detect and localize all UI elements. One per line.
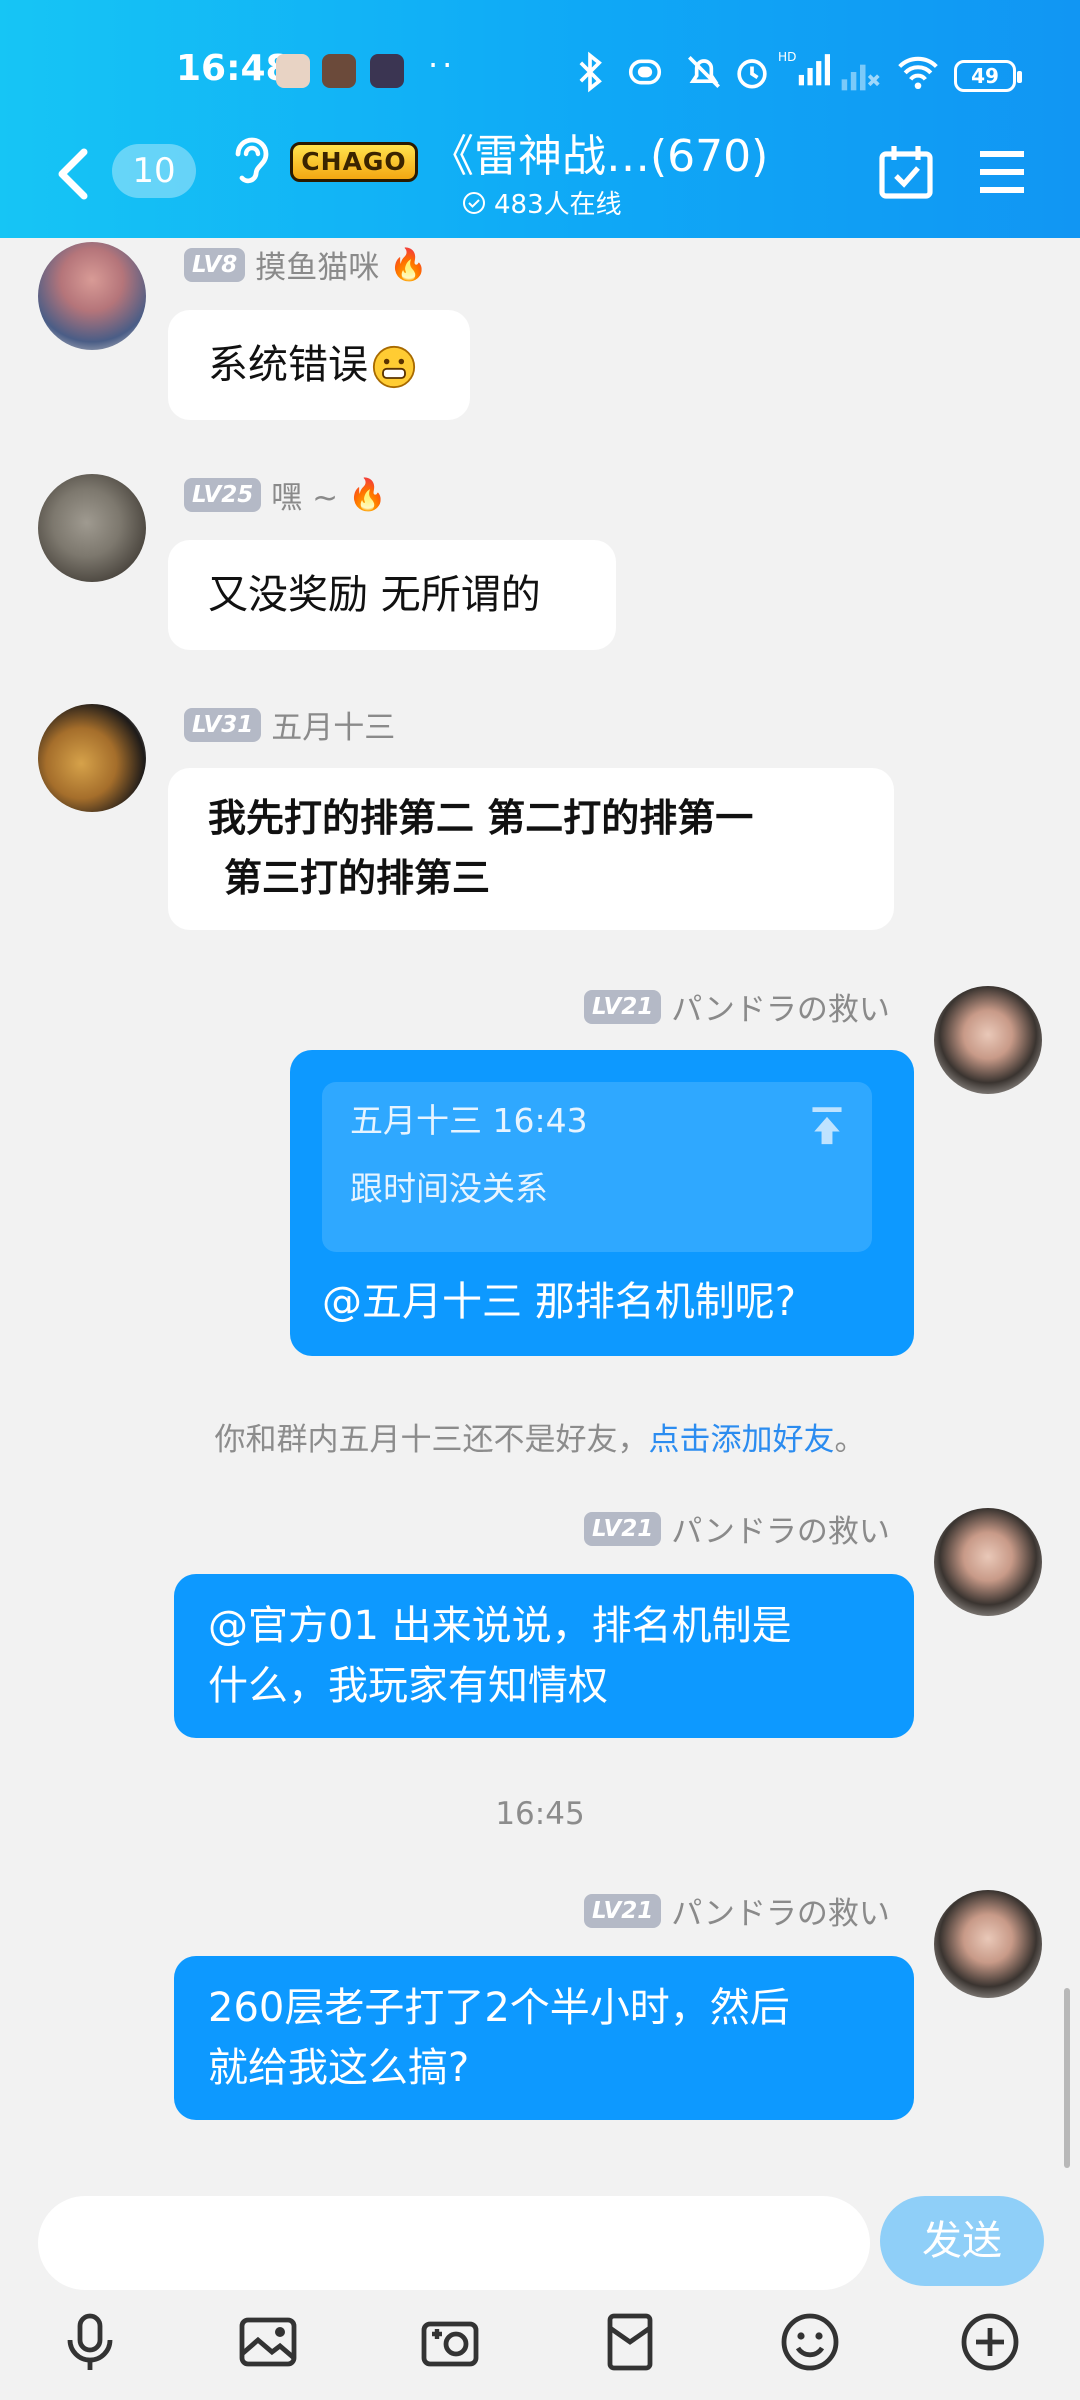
quote-header: 五月十三 16:43 (350, 1101, 588, 1140)
image-icon[interactable] (236, 2310, 300, 2374)
plus-icon[interactable] (958, 2310, 1022, 2374)
message-text: 什么，我玩家有知情权 (208, 1663, 608, 1709)
sender-meta: LV31 五月十三 (184, 702, 395, 747)
emoji-icon[interactable] (778, 2310, 842, 2374)
message-bubble[interactable]: 我先打的排第二 第二打的排第一 第三打的排第三 (168, 768, 894, 930)
notice-end: 。 (834, 1422, 866, 1458)
sender-meta: LV21 パンドラの救い (584, 1888, 890, 1933)
status-bar: 16:48 ·· HD 49 (0, 40, 1080, 104)
calendar-check-icon[interactable] (876, 142, 936, 202)
signal-icon (841, 64, 880, 91)
level-badge: LV21 (584, 1893, 662, 1928)
send-button[interactable]: 发送 (880, 2196, 1044, 2286)
ear-icon[interactable] (228, 132, 272, 188)
notification-app-icon (322, 54, 356, 88)
scrollbar[interactable] (1064, 1988, 1070, 2168)
message-text: 系统错误 (208, 342, 368, 388)
message-bubble[interactable]: 系统错误 (168, 310, 470, 420)
sender-name[interactable]: 五月十三 (271, 702, 395, 747)
alarm-icon (737, 59, 767, 89)
group-title[interactable]: 《雷神战…(670) (430, 120, 768, 184)
notification-app-icon (276, 54, 310, 88)
message-bubble[interactable]: 260层老子打了2个半小时，然后 就给我这么搞? (174, 1956, 914, 2120)
notice-text: 你和群内五月十三还不是好友， (214, 1422, 649, 1458)
sender-meta: LV8 摸鱼猫咪 🔥 (184, 242, 428, 287)
message-text: 又没奖励 无所谓的 (208, 572, 541, 618)
avatar[interactable] (38, 474, 146, 582)
camera-icon[interactable] (418, 2310, 482, 2374)
message-timestamp: 16:45 (495, 1796, 585, 1832)
add-friend-link[interactable]: 点击添加好友 (649, 1422, 835, 1458)
group-logo: CHAGO (290, 142, 418, 182)
battery-icon: 49 (954, 60, 1022, 92)
online-count-text: 483人在线 (494, 190, 622, 220)
menu-icon[interactable] (976, 148, 1028, 196)
quote-text: 跟时间没关系 (350, 1169, 548, 1208)
mute-icon (688, 56, 720, 88)
message-text: @五月十三 那排名机制呢? (322, 1279, 796, 1325)
check-circle-icon (463, 191, 485, 214)
vibrate-icon (628, 59, 662, 85)
avatar[interactable] (934, 1508, 1042, 1616)
level-badge: LV31 (184, 707, 262, 742)
level-badge: LV8 (184, 247, 246, 282)
message-text: 260层老子打了2个半小时，然后 (208, 1985, 790, 2031)
microphone-icon[interactable] (58, 2310, 122, 2374)
svg-text:HD: HD (778, 50, 796, 64)
quoted-message[interactable]: 五月十三 16:43 跟时间没关系 (322, 1082, 872, 1252)
message-bubble[interactable]: @官方01 出来说说，排名机制是 什么，我玩家有知情权 (174, 1574, 914, 1738)
red-packet-icon[interactable] (598, 2310, 662, 2374)
hd-signal-icon: HD (778, 50, 830, 86)
unread-count-badge[interactable]: 10 (112, 144, 196, 198)
sender-name[interactable]: 摸鱼猫咪 (255, 242, 379, 287)
grin-emoji-icon (372, 345, 416, 389)
message-text: 我先打的排第二 第二打的排第一 (208, 795, 754, 840)
notification-app-icon (370, 54, 404, 88)
more-notifications-icon: ·· (428, 46, 457, 84)
sender-name[interactable]: 嘿 ~ (271, 472, 338, 517)
avatar[interactable] (934, 1890, 1042, 1998)
sender-name[interactable]: パンドラの救い (671, 1506, 890, 1551)
friend-notice: 你和群内五月十三还不是好友，点击添加好友。 (0, 1414, 1080, 1459)
chat-header: 16:48 ·· HD 49 10 CHAGO 《雷神战…(670) 483人在… (0, 0, 1080, 238)
sender-meta: LV21 パンドラの救い (584, 984, 890, 1029)
message-list[interactable]: LV8 摸鱼猫咪 🔥 系统错误 LV25 嘿 ~ 🔥 又没奖励 无所谓的 LV3… (0, 238, 1080, 2170)
avatar[interactable] (934, 986, 1042, 1094)
message-text: @官方01 出来说说，排名机制是 (208, 1603, 792, 1649)
online-count: 483人在线 (462, 184, 622, 221)
back-icon[interactable] (54, 146, 94, 202)
sender-name[interactable]: パンドラの救い (671, 984, 890, 1029)
nav-bar: 10 CHAGO 《雷神战…(670) 483人在线 (0, 110, 1080, 238)
message-bubble[interactable]: 五月十三 16:43 跟时间没关系 @五月十三 那排名机制呢? (290, 1050, 914, 1356)
fire-icon: 🔥 (389, 247, 428, 283)
jump-to-original-icon[interactable] (808, 1106, 846, 1146)
message-bubble[interactable]: 又没奖励 无所谓的 (168, 540, 616, 650)
sender-name[interactable]: パンドラの救い (671, 1888, 890, 1933)
sender-meta: LV25 嘿 ~ 🔥 (184, 472, 387, 517)
message-input[interactable] (38, 2196, 870, 2290)
avatar[interactable] (38, 242, 146, 350)
message-text: 第三打的排第三 (224, 855, 491, 900)
bluetooth-icon (579, 51, 602, 93)
status-time: 16:48 (176, 48, 291, 89)
level-badge: LV21 (584, 989, 662, 1024)
fire-icon: 🔥 (348, 477, 387, 513)
input-area: 发送 (0, 2170, 1080, 2400)
avatar[interactable] (38, 704, 146, 812)
sender-meta: LV21 パンドラの救い (584, 1506, 890, 1551)
level-badge: LV25 (184, 477, 262, 512)
level-badge: LV21 (584, 1511, 662, 1546)
message-text: 就给我这么搞? (208, 2045, 470, 2091)
wifi-icon (898, 56, 938, 90)
